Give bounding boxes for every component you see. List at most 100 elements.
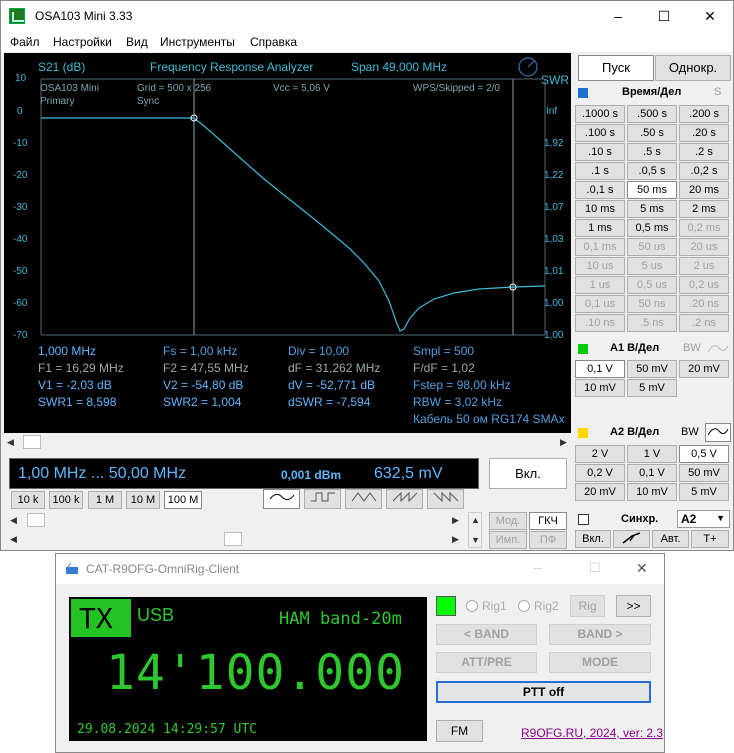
trigger-edge-button[interactable] xyxy=(613,530,650,548)
start-button[interactable]: Пуск xyxy=(578,55,654,81)
pf-button[interactable]: ПФ xyxy=(529,531,567,549)
scroll-right-icon[interactable]: ▶ xyxy=(560,437,567,448)
up-arrow-icon[interactable]: ▲ xyxy=(471,515,480,525)
time-div-button[interactable]: 0,2 ms xyxy=(679,219,729,237)
scroll-thumb[interactable] xyxy=(23,435,41,449)
span-100k-button[interactable]: 100 k xyxy=(49,491,83,509)
a2-10mv-button[interactable]: 10 mV xyxy=(627,483,677,501)
time-div-button[interactable]: .5 s xyxy=(627,143,677,161)
time-div-button[interactable]: 0,1 us xyxy=(575,295,625,313)
time-div-button[interactable]: .20 s xyxy=(679,124,729,142)
scroll-thumb[interactable] xyxy=(224,532,242,546)
scroll-right-icon[interactable]: ▶ xyxy=(452,515,459,526)
wave-sine-button[interactable] xyxy=(263,489,300,509)
time-div-button[interactable]: 1 ms xyxy=(575,219,625,237)
menu-help[interactable]: Справка xyxy=(250,35,297,49)
expand-button[interactable]: >> xyxy=(616,595,651,617)
gen-button[interactable]: ГКЧ xyxy=(529,512,567,530)
time-div-button[interactable]: 0,2 us xyxy=(679,276,729,294)
fm-button[interactable]: FM xyxy=(436,720,483,742)
footer-link[interactable]: R9OFG.RU, 2024, ver: 2.3 xyxy=(521,726,663,740)
wave-revsaw-button[interactable] xyxy=(427,489,464,509)
att-pre-button[interactable]: ATT/PRE xyxy=(436,652,537,673)
a2-01v-button[interactable]: 0,1 V xyxy=(627,464,677,482)
mode-button[interactable]: MODE xyxy=(549,652,651,673)
on-button[interactable]: Вкл. xyxy=(489,458,567,489)
time-div-button[interactable]: .10 ns xyxy=(575,314,625,332)
time-div-button[interactable]: 2 ms xyxy=(679,200,729,218)
maximize-button[interactable]: ☐ xyxy=(589,560,601,576)
menu-file[interactable]: Файл xyxy=(10,35,40,49)
a2-bw-toggle[interactable] xyxy=(705,423,731,442)
tplus-button[interactable]: T+ xyxy=(691,530,729,548)
time-div-button[interactable]: 10 ms xyxy=(575,200,625,218)
time-div-button[interactable]: 50 ms xyxy=(627,181,677,199)
a1-01v-button[interactable]: 0,1 V xyxy=(575,360,625,378)
scroll-left-icon[interactable]: ◀ xyxy=(10,515,17,526)
vertical-spinner[interactable]: ▲ ▼ xyxy=(468,512,482,548)
time-div-button[interactable]: .5 ns xyxy=(627,314,677,332)
time-div-button[interactable]: .0,2 s xyxy=(679,162,729,180)
sync-checkbox[interactable] xyxy=(578,514,589,525)
time-div-button[interactable]: .50 s xyxy=(627,124,677,142)
span-10k-button[interactable]: 10 k xyxy=(11,491,45,509)
span-1m-button[interactable]: 1 M xyxy=(88,491,122,509)
sync-select[interactable]: A2 ▼ xyxy=(677,510,730,528)
span-10m-button[interactable]: 10 M xyxy=(126,491,160,509)
time-div-button[interactable]: .10 s xyxy=(575,143,625,161)
maximize-button[interactable]: ☐ xyxy=(641,1,687,31)
auto-button[interactable]: Авт. xyxy=(652,530,689,548)
time-div-button[interactable]: .0,1 s xyxy=(575,181,625,199)
scroll-thumb[interactable] xyxy=(27,513,45,527)
time-div-button[interactable]: .1 s xyxy=(575,162,625,180)
scope-scrollbar[interactable]: ◀ ▶ xyxy=(4,434,571,451)
time-div-button[interactable]: 20 us xyxy=(679,238,729,256)
sync-on-button[interactable]: Вкл. xyxy=(575,530,611,548)
time-div-button[interactable]: 10 us xyxy=(575,257,625,275)
menu-settings[interactable]: Настройки xyxy=(53,35,112,49)
down-arrow-icon[interactable]: ▼ xyxy=(471,535,480,545)
freq-scrollbar[interactable]: ◀ ▶ xyxy=(6,512,466,528)
ptt-button[interactable]: PTT off xyxy=(436,681,651,703)
time-div-button[interactable]: 50 ns xyxy=(627,295,677,313)
menu-view[interactable]: Вид xyxy=(126,35,148,49)
time-div-button[interactable]: .200 s xyxy=(679,105,729,123)
menu-tools[interactable]: Инструменты xyxy=(160,35,235,49)
time-div-button[interactable]: 50 us xyxy=(627,238,677,256)
a2-5mv-button[interactable]: 5 mV xyxy=(679,483,729,501)
time-div-button[interactable]: 5 ms xyxy=(627,200,677,218)
wave-triangle-button[interactable] xyxy=(345,489,382,509)
minimize-button[interactable]: – xyxy=(595,1,641,31)
wave-saw-button[interactable] xyxy=(386,489,423,509)
scroll-left-icon[interactable]: ◀ xyxy=(10,534,17,545)
time-div-button[interactable]: 5 us xyxy=(627,257,677,275)
time-div-button[interactable]: .0,5 s xyxy=(627,162,677,180)
time-div-button[interactable]: 2 us xyxy=(679,257,729,275)
scroll-left-icon[interactable]: ◀ xyxy=(7,437,14,448)
mod-button[interactable]: Мод. xyxy=(489,512,527,530)
scroll-right-icon[interactable]: ▶ xyxy=(452,534,459,545)
scope-display[interactable]: S21 (dB) Frequency Response Analyzer Spa… xyxy=(4,53,571,433)
band-up-button[interactable]: BAND > xyxy=(549,624,651,645)
time-div-button[interactable]: 20 ms xyxy=(679,181,729,199)
time-div-button[interactable]: .2 ns xyxy=(679,314,729,332)
a1-bw-toggle[interactable] xyxy=(706,341,730,357)
band-down-button[interactable]: < BAND xyxy=(436,624,537,645)
time-div-button[interactable]: 0,5 ms xyxy=(627,219,677,237)
a1-50mv-button[interactable]: 50 mV xyxy=(627,360,677,378)
time-div-button[interactable]: .20 ns xyxy=(679,295,729,313)
a2-2v-button[interactable]: 2 V xyxy=(575,445,625,463)
a2-1v-button[interactable]: 1 V xyxy=(627,445,677,463)
time-div-button[interactable]: .500 s xyxy=(627,105,677,123)
minimize-button[interactable]: – xyxy=(534,560,541,575)
a1-5mv-button[interactable]: 5 mV xyxy=(627,379,677,397)
rig2-radio[interactable] xyxy=(518,600,530,612)
rig1-radio[interactable] xyxy=(466,600,478,612)
close-button[interactable]: ✕ xyxy=(687,1,733,31)
wave-square-button[interactable] xyxy=(304,489,341,509)
a2-20mv-button[interactable]: 20 mV xyxy=(575,483,625,501)
time-div-button[interactable]: 0,1 ms xyxy=(575,238,625,256)
time-div-button[interactable]: .1000 s xyxy=(575,105,625,123)
a1-20mv-button[interactable]: 20 mV xyxy=(679,360,729,378)
a2-02v-button[interactable]: 0,2 V xyxy=(575,464,625,482)
